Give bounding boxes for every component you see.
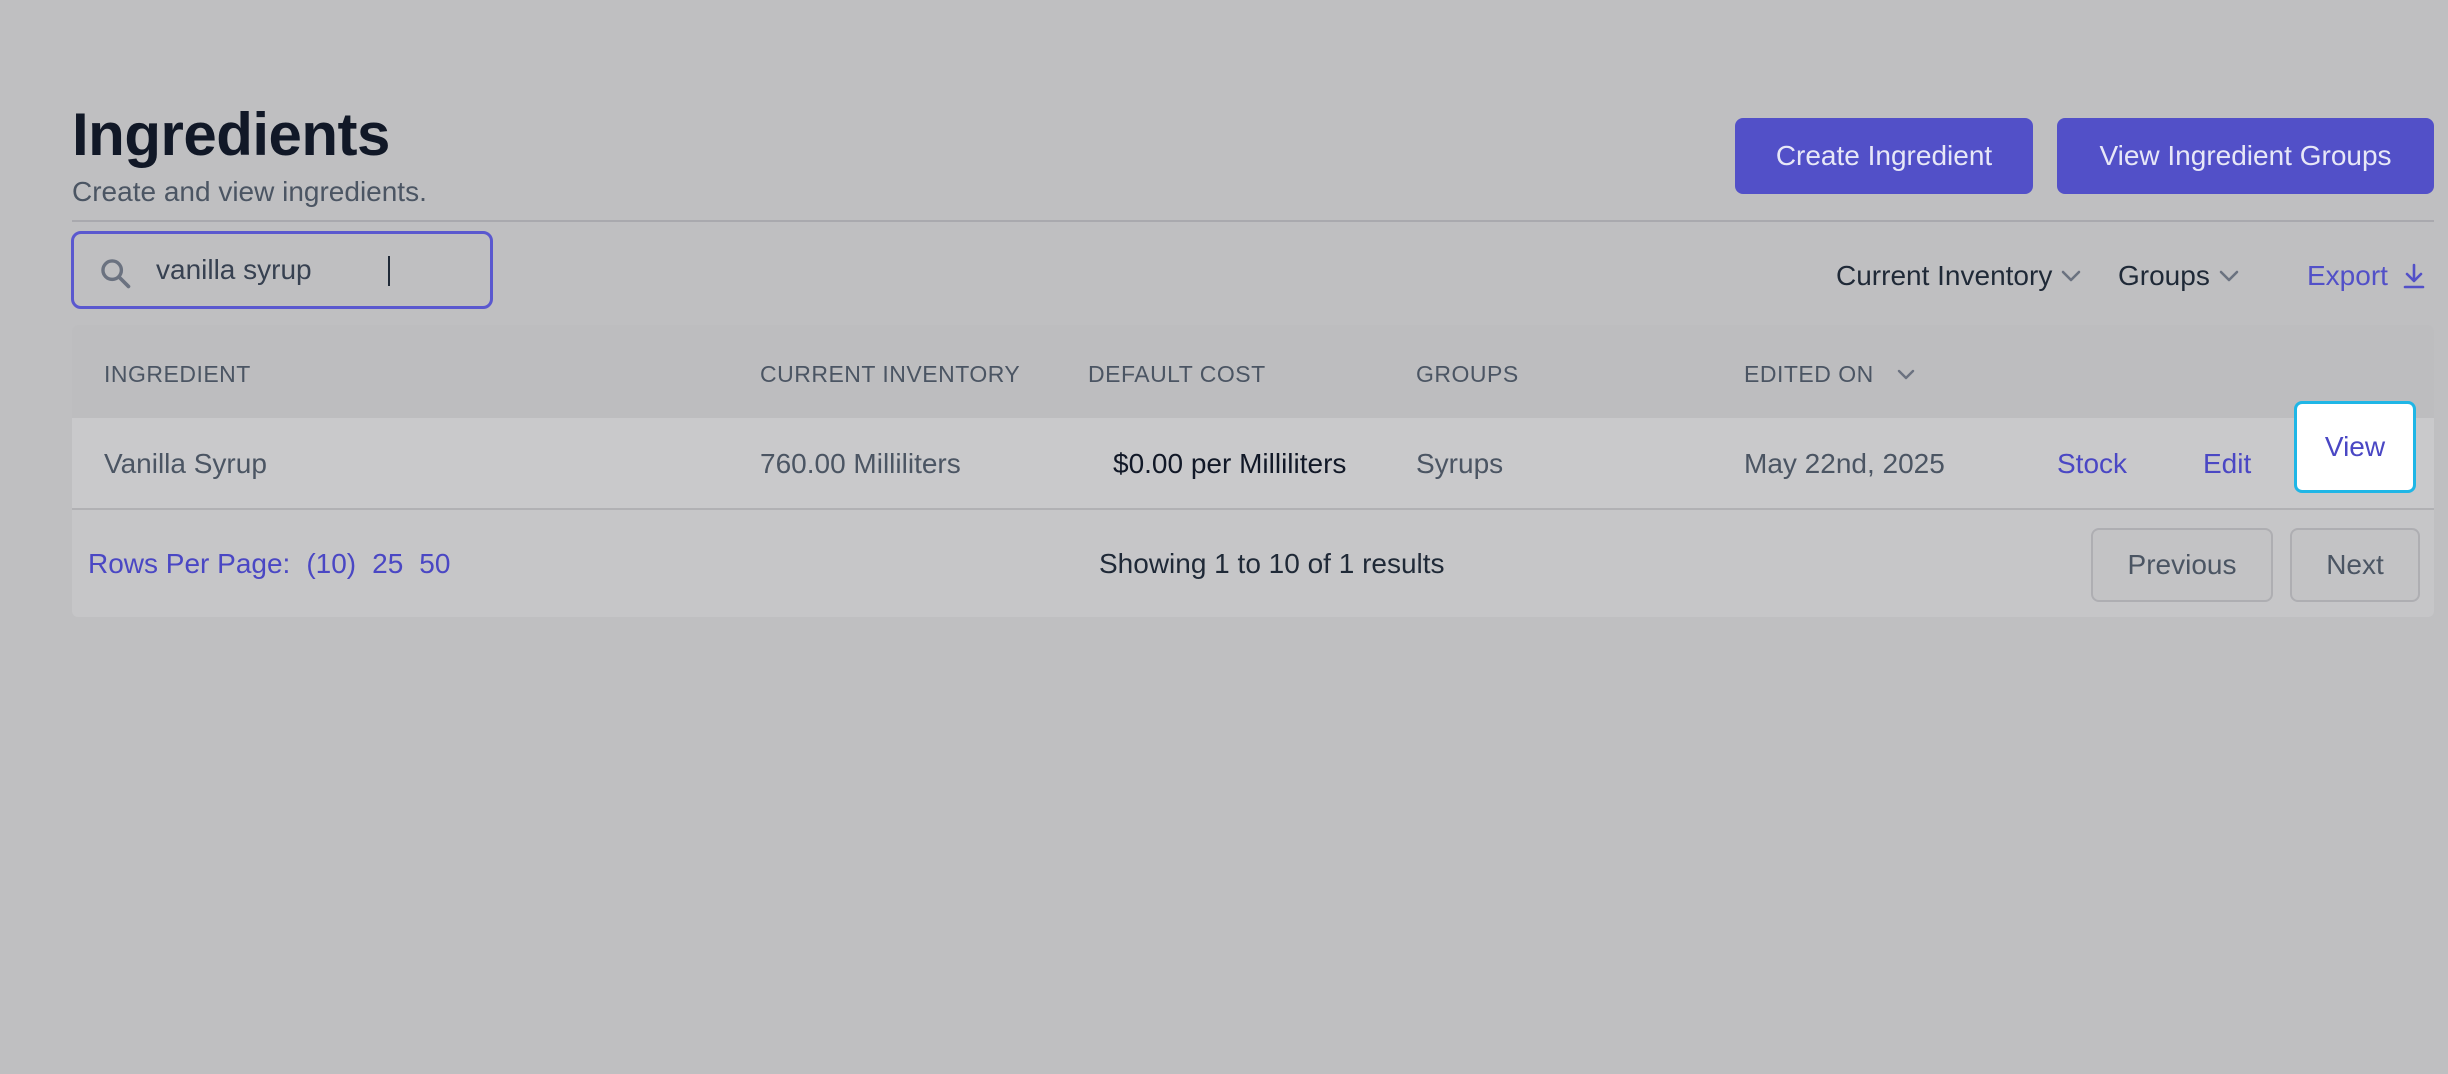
- current-inventory-filter-label: Current Inventory: [1836, 260, 2053, 291]
- page-title: Ingredients: [72, 101, 390, 168]
- download-icon: [2403, 263, 2425, 289]
- table-header: INGREDIENT CURRENT INVENTORY DEFAULT COS…: [72, 325, 2434, 418]
- cell-current-inventory: 760.00 Milliliters: [760, 448, 961, 479]
- chevron-down-icon: [2062, 270, 2081, 282]
- chevron-down-icon: [2219, 270, 2239, 282]
- groups-filter-label: Groups: [2118, 260, 2210, 291]
- text-caret: [388, 256, 390, 286]
- sort-chevron-down-icon: [1897, 369, 1914, 379]
- view-button[interactable]: View: [2294, 401, 2416, 493]
- cell-ingredient: Vanilla Syrup: [104, 448, 267, 479]
- column-header-default-cost: DEFAULT COST: [1088, 361, 1266, 387]
- column-header-current-inventory: CURRENT INVENTORY: [760, 361, 1021, 387]
- edit-link[interactable]: Edit: [2203, 448, 2251, 480]
- table-row: Vanilla Syrup 760.00 Milliliters $0.00 p…: [72, 418, 2434, 510]
- results-summary: Showing 1 to 10 of 1 results: [1099, 548, 1445, 579]
- search-icon: [101, 259, 131, 289]
- ingredients-table: INGREDIENT CURRENT INVENTORY DEFAULT COS…: [72, 325, 2434, 617]
- cell-edited-on: May 22nd, 2025: [1744, 448, 1945, 479]
- column-header-ingredient: INGREDIENT: [104, 361, 251, 387]
- search-box[interactable]: [71, 231, 493, 309]
- rows-per-page-option-50[interactable]: 50: [419, 548, 450, 580]
- rows-per-page: Rows Per Page: (10) 25 50: [88, 548, 450, 580]
- current-inventory-filter[interactable]: Current Inventory: [1836, 260, 2082, 292]
- column-header-edited-on[interactable]: EDITED ON: [1744, 361, 1916, 388]
- export-button[interactable]: Export: [2307, 260, 2426, 292]
- groups-filter[interactable]: Groups: [2118, 260, 2240, 292]
- rows-per-page-label: Rows Per Page:: [88, 548, 291, 579]
- cell-groups: Syrups: [1416, 448, 1504, 479]
- column-header-edited-on-label: EDITED ON: [1744, 361, 1874, 387]
- create-ingredient-button[interactable]: Create Ingredient: [1735, 118, 2033, 194]
- previous-page-button[interactable]: Previous: [2091, 528, 2273, 602]
- header-divider: [72, 220, 2434, 222]
- next-page-button[interactable]: Next: [2290, 528, 2420, 602]
- rows-per-page-option-10[interactable]: (10): [306, 548, 356, 580]
- stock-link[interactable]: Stock: [2057, 448, 2127, 480]
- page-subtitle: Create and view ingredients.: [72, 176, 427, 207]
- column-header-groups: GROUPS: [1416, 361, 1519, 387]
- ingredients-page: Ingredients Create and view ingredients.…: [0, 0, 2448, 1074]
- view-ingredient-groups-button[interactable]: View Ingredient Groups: [2057, 118, 2434, 194]
- table-footer: Rows Per Page: (10) 25 50 Showing 1 to 1…: [72, 512, 2434, 617]
- search-input[interactable]: [156, 234, 476, 306]
- rows-per-page-option-25[interactable]: 25: [372, 548, 403, 580]
- export-label: Export: [2307, 260, 2388, 291]
- cell-default-cost: $0.00 per Milliliters: [1113, 448, 1347, 479]
